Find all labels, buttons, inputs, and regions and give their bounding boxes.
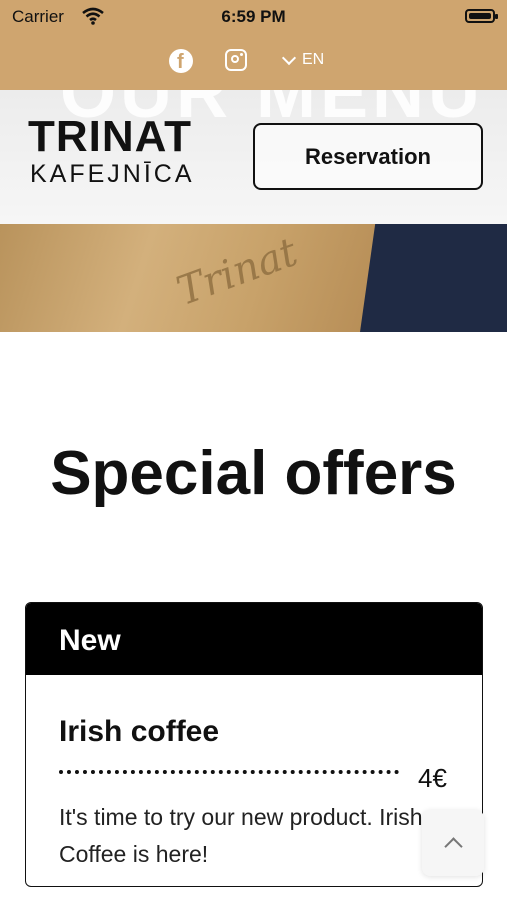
social-bar: f EN: [0, 44, 507, 78]
chevron-up-icon: [443, 836, 463, 856]
header: OUR MENU TRINAT KAFEJNĪCA Reservation Tr…: [0, 90, 507, 332]
offer-description: It's time to try our new product. Irish …: [59, 804, 423, 867]
header-band: OUR MENU TRINAT KAFEJNĪCA Reservation: [0, 90, 507, 224]
logo-subtitle: KAFEJNĪCA: [30, 160, 195, 188]
language-selector[interactable]: EN: [281, 50, 325, 69]
price-leader-dots: [59, 770, 399, 774]
status-bar: Carrier 6:59 PM: [0, 0, 507, 34]
logo-title[interactable]: TRINAT: [28, 112, 192, 162]
language-label: EN: [302, 51, 325, 68]
reservation-button[interactable]: Reservation: [253, 123, 483, 190]
facebook-icon[interactable]: f: [169, 49, 193, 73]
offer-price: 4€: [418, 763, 447, 793]
hero-image: Trinat: [0, 224, 507, 332]
top-bar: Carrier 6:59 PM f EN: [0, 0, 507, 90]
scroll-to-top-button[interactable]: [422, 810, 484, 876]
instagram-icon[interactable]: [225, 49, 247, 71]
offer-badge: New: [26, 603, 482, 675]
clock-time: 6:59 PM: [221, 7, 286, 26]
battery-icon: [465, 9, 498, 23]
section-title: Special offers: [50, 439, 457, 508]
offer-item-name: Irish coffee: [59, 715, 220, 748]
offer-card: New Irish coffee 4€ It's time to try our…: [25, 602, 483, 887]
chevron-down-icon: [281, 50, 297, 65]
